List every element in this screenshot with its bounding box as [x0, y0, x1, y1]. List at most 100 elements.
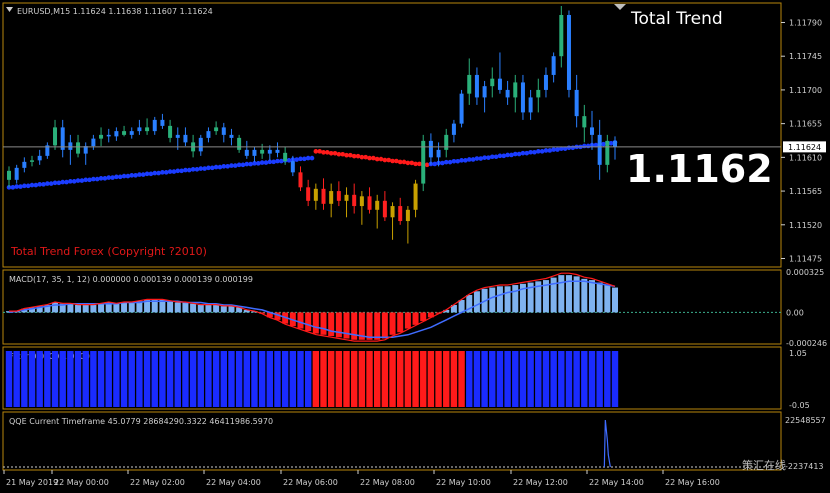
trend-dot	[125, 173, 131, 179]
trend-dot	[501, 153, 507, 159]
macd-bar	[420, 312, 427, 322]
macd-bar	[98, 303, 105, 313]
trend-dot	[256, 161, 261, 166]
candle-body	[513, 82, 518, 98]
macd-bar	[90, 304, 97, 313]
filter-bar	[189, 351, 197, 407]
filter-bar	[527, 351, 534, 407]
candle-body	[474, 74, 479, 98]
candle-body	[444, 134, 449, 150]
filter-bar	[327, 351, 335, 407]
macd-bar	[174, 302, 181, 313]
trend-dot	[340, 151, 345, 157]
macd-tick-label: 0.00	[786, 308, 804, 317]
macd-bar	[335, 312, 342, 338]
trend-dot	[10, 185, 16, 190]
filter-bar	[21, 351, 28, 407]
macd-bar	[82, 304, 89, 313]
candle-body	[382, 200, 387, 218]
candle-body	[551, 56, 556, 75]
trend-dot	[194, 167, 200, 172]
macd-bar	[190, 303, 197, 313]
candle-body	[168, 125, 173, 138]
filter-bar	[335, 351, 343, 407]
filter-bar	[404, 351, 412, 407]
filter-bar	[512, 351, 519, 407]
macd-bar	[121, 302, 128, 313]
filter-bar	[174, 351, 181, 407]
macd-bar	[381, 312, 388, 339]
filter-bar	[105, 351, 112, 407]
trend-dot	[186, 167, 192, 173]
macd-tick-label: -0.000246	[786, 339, 827, 348]
filter-bar	[573, 351, 580, 407]
filter-bar	[481, 351, 488, 407]
trend-dot	[601, 141, 606, 147]
candle-body	[536, 89, 541, 98]
trend-dot	[18, 184, 23, 189]
candle-body	[7, 170, 11, 180]
trend-dot	[110, 175, 115, 180]
trend-dot	[117, 174, 123, 180]
filter-bar	[212, 351, 220, 407]
filter-bar	[427, 351, 435, 407]
filter-bar	[151, 351, 158, 407]
trend-dot	[286, 158, 292, 163]
trend-dot	[225, 164, 230, 169]
trend-dot	[279, 158, 284, 164]
macd-bar	[128, 302, 135, 313]
watermark: 策汇在线	[742, 458, 786, 472]
candle-body	[566, 14, 571, 90]
macd-bar	[113, 303, 120, 313]
price-tick-label: 1.11475	[789, 255, 822, 264]
trend-dot	[539, 149, 545, 154]
filter-bar	[320, 351, 327, 407]
macd-bar	[412, 312, 419, 325]
price-tick-label: 1.11700	[789, 86, 822, 95]
trend-dot	[532, 149, 537, 155]
macd-bar	[558, 275, 565, 313]
filter-bar	[596, 351, 603, 407]
price-tick-label: 1.11745	[789, 52, 822, 61]
macd-bar	[596, 282, 603, 313]
candle-body	[359, 196, 364, 207]
candle-body	[398, 206, 403, 222]
candle-body	[14, 167, 19, 180]
filter-bar	[358, 351, 366, 407]
filter-bar	[350, 351, 358, 407]
macd-label: MACD(17, 35, 1, 12) 0.000000 0.000139 0.…	[9, 275, 253, 284]
trend-dot	[263, 160, 269, 165]
trend-dot	[179, 168, 184, 174]
macd-bar	[404, 312, 411, 329]
symbol-info: EURUSD,M15 1.11624 1.11638 1.11607 1.116…	[17, 7, 213, 16]
macd-bar	[389, 312, 396, 335]
candle-body	[344, 194, 349, 201]
trend-dot	[332, 150, 338, 156]
macd-bar	[167, 301, 174, 313]
trend-dot	[202, 166, 207, 171]
candle-body	[352, 194, 357, 207]
brand-title: Total Trend	[630, 9, 723, 29]
filter-bar	[113, 351, 120, 407]
candle-body	[175, 134, 180, 138]
candle-body	[122, 131, 127, 135]
trend-dot	[294, 157, 299, 162]
candle-body	[505, 89, 510, 98]
macd-bar	[581, 278, 588, 313]
candle-body	[76, 142, 81, 154]
trend-dot	[248, 161, 253, 167]
filter-bar	[281, 351, 289, 407]
trend-dot	[271, 159, 276, 165]
candle-body	[237, 137, 242, 150]
filter-bar	[289, 351, 297, 407]
filter-bar	[197, 351, 204, 407]
filter-bar	[458, 351, 465, 407]
macd-bar	[197, 304, 204, 313]
macd-bar	[588, 280, 595, 313]
candle-body	[99, 134, 104, 139]
candle-body	[528, 97, 533, 113]
candle-body	[582, 116, 587, 128]
filter-tick-label: 1.05	[789, 349, 807, 358]
macd-bar	[612, 287, 618, 313]
trend-dot	[163, 170, 169, 175]
